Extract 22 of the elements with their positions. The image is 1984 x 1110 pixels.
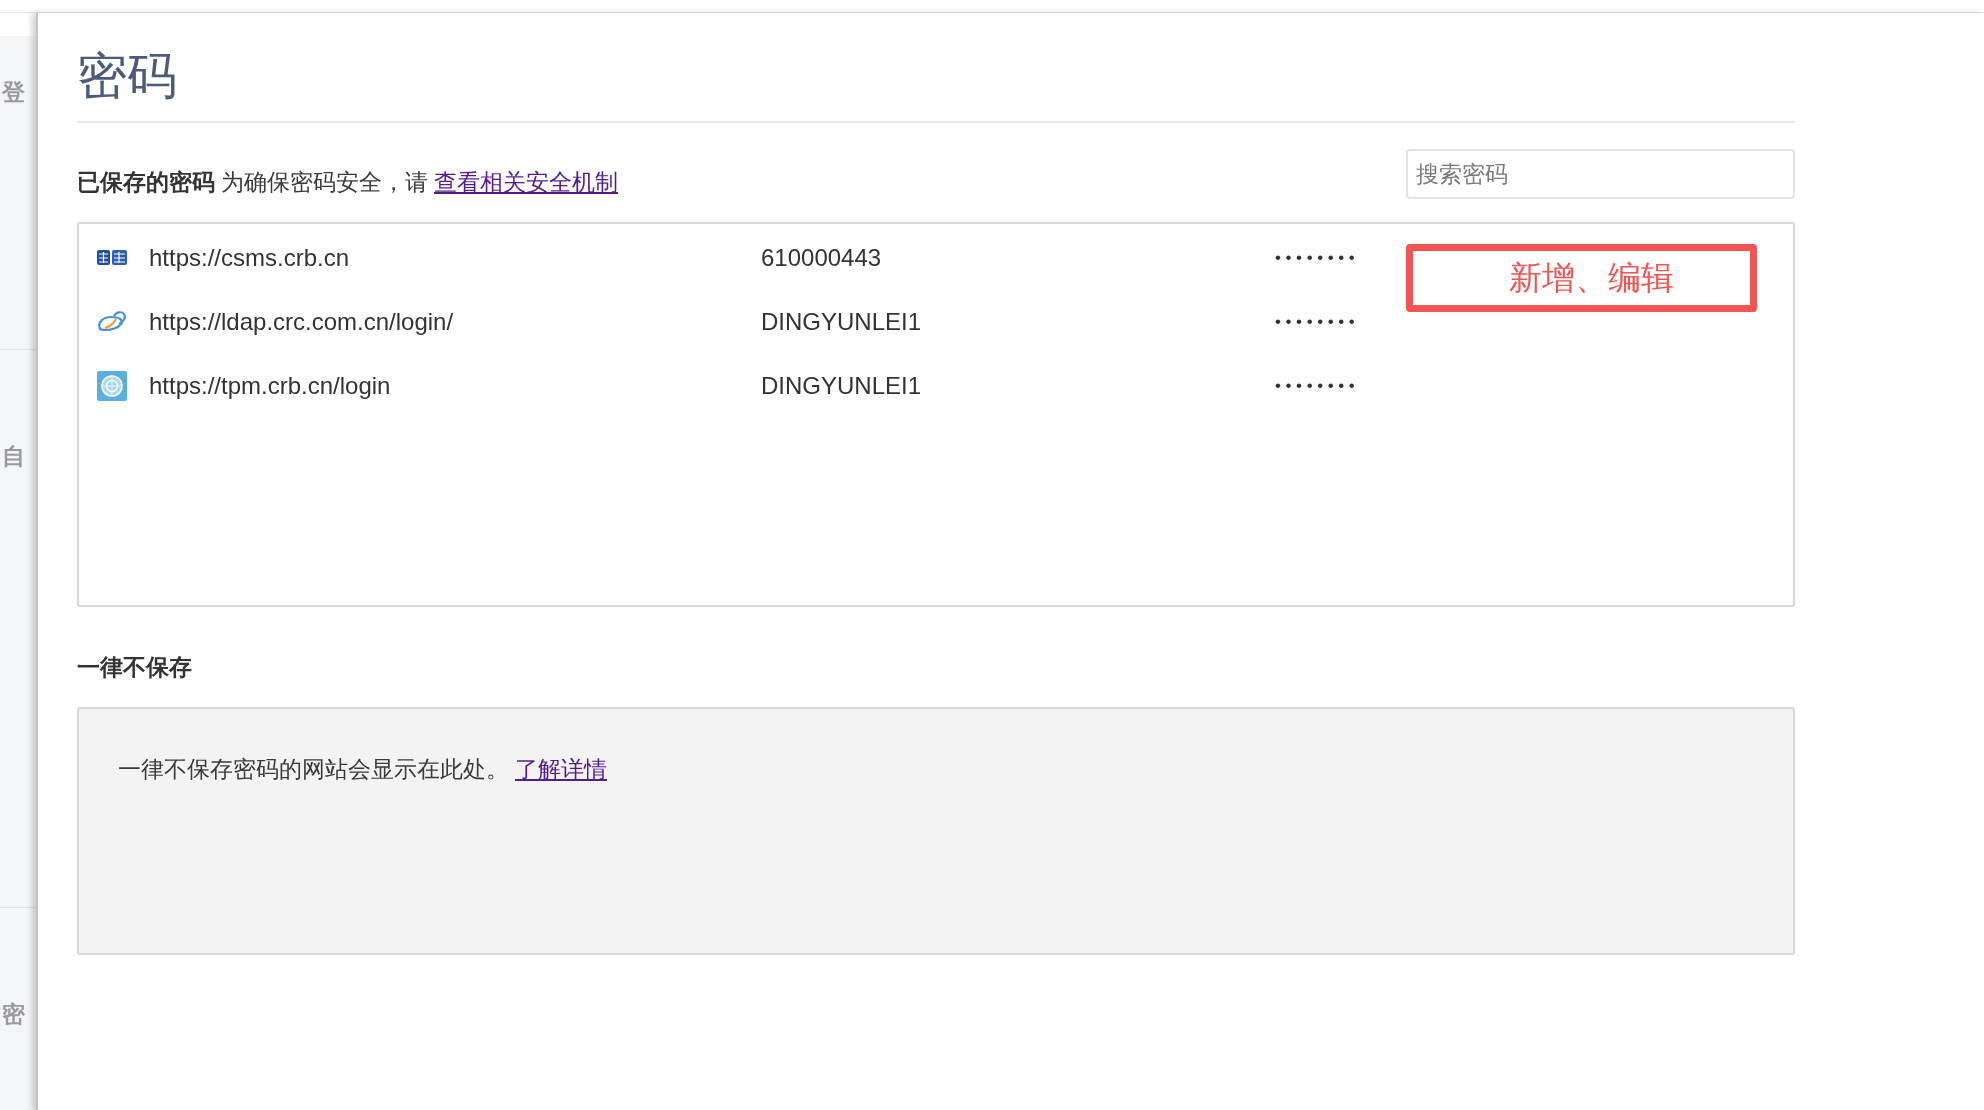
sidebar-item[interactable]: 自	[0, 442, 25, 470]
sidebar-item[interactable]: 登	[0, 78, 25, 106]
sidebar-item[interactable]: 密	[0, 1000, 25, 1028]
section-heading: 已保存的密码	[77, 168, 215, 197]
emblem-icon	[97, 371, 127, 401]
section-heading: 一律不保存	[77, 653, 192, 682]
search-field[interactable]: 搜索密码	[1406, 149, 1795, 199]
username-text: 610000443	[761, 243, 883, 273]
site-url: https://csms.crb.cn	[149, 243, 351, 273]
site-url: https://tpm.crb.cn/login	[149, 371, 392, 401]
password-dots: ••••••••	[1275, 311, 1360, 334]
empty-message: 一律不保存密码的网站会显示在此处。	[118, 755, 509, 784]
learn-more-link[interactable]: 了解详情	[515, 752, 607, 786]
username-text: DINGYUNLEI1	[761, 307, 923, 337]
site-url: https://ldap.crc.com.cn/login/	[149, 307, 455, 337]
password-dots: ••••••••	[1275, 375, 1360, 398]
password-dots: ••••••••	[1275, 247, 1360, 270]
page-title: 密码	[77, 47, 177, 106]
username-text: DINGYUNLEI1	[761, 371, 923, 401]
annotation-callout: 新增、编辑	[1406, 244, 1758, 312]
security-link[interactable]: 查看相关安全机制	[434, 165, 618, 199]
description-text: 为确保密码安全，请	[221, 168, 428, 197]
